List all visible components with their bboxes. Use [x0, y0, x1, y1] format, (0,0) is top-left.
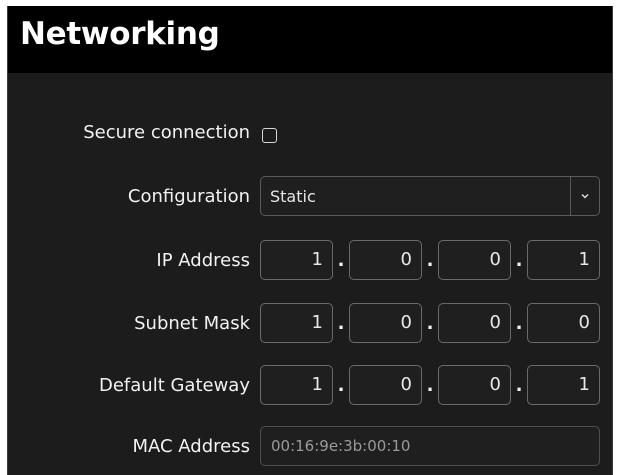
secure-connection-checkbox[interactable]: [262, 128, 277, 143]
ip-separator: .: [426, 250, 434, 271]
subnet-octet-2[interactable]: 0: [349, 303, 422, 343]
subnet-mask-label: Subnet Mask: [134, 313, 250, 334]
configuration-value: Static: [270, 187, 316, 206]
ip-octet-4[interactable]: 1: [527, 240, 600, 280]
subnet-separator: .: [426, 313, 434, 334]
ip-octet-1[interactable]: 1: [260, 240, 333, 280]
subnet-separator: .: [337, 313, 345, 334]
ip-separator: .: [337, 250, 345, 271]
gateway-separator: .: [426, 375, 434, 396]
gateway-separator: .: [337, 375, 345, 396]
select-divider: [570, 177, 571, 215]
header-bar: Networking: [8, 6, 612, 73]
secure-connection-label: Secure connection: [83, 122, 250, 143]
subnet-octet-3[interactable]: 0: [438, 303, 511, 343]
subnet-octet-1[interactable]: 1: [260, 303, 333, 343]
gateway-octet-3[interactable]: 0: [438, 365, 511, 405]
gateway-separator: .: [515, 375, 523, 396]
configuration-label: Configuration: [127, 186, 250, 207]
gateway-octet-2[interactable]: 0: [349, 365, 422, 405]
configuration-select[interactable]: Static: [260, 176, 600, 216]
networking-panel: Networking Secure connection Configurati…: [7, 6, 613, 475]
ip-separator: .: [515, 250, 523, 271]
gateway-octet-1[interactable]: 1: [260, 365, 333, 405]
ip-octet-2[interactable]: 0: [349, 240, 422, 280]
subnet-octet-4[interactable]: 0: [527, 303, 600, 343]
mac-address-field[interactable]: 00:16:9e:3b:00:10: [260, 426, 600, 466]
ip-address-label: IP Address: [156, 250, 250, 271]
mac-address-label: MAC Address: [132, 436, 250, 457]
ip-octet-3[interactable]: 0: [438, 240, 511, 280]
page-title: Networking: [20, 16, 220, 52]
default-gateway-label: Default Gateway: [98, 375, 250, 396]
chevron-down-icon[interactable]: [579, 190, 591, 202]
gateway-octet-4[interactable]: 1: [527, 365, 600, 405]
subnet-separator: .: [515, 313, 523, 334]
